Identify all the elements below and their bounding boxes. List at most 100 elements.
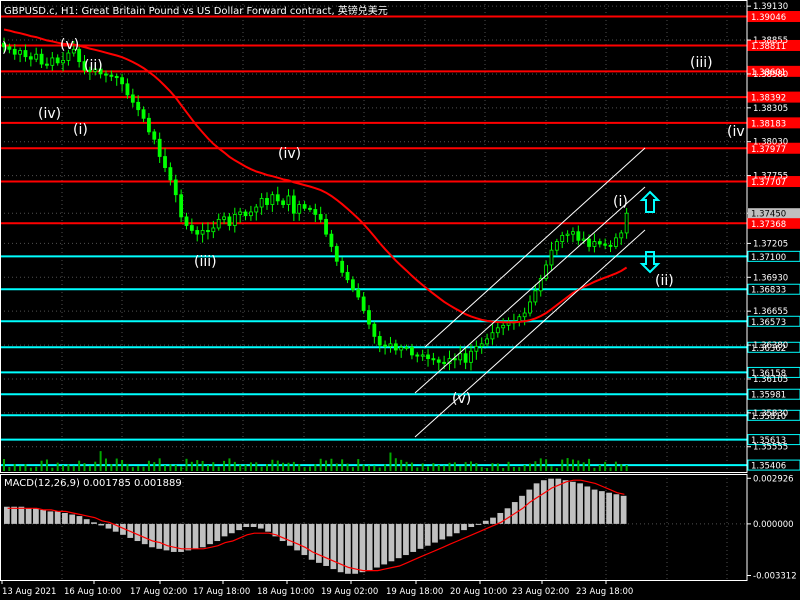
price-tick-label: 1.35555 — [753, 443, 788, 453]
candle-body — [281, 200, 286, 205]
macd-bar — [548, 478, 554, 524]
resistance-label: 1.37368 — [751, 220, 786, 230]
macd-bar — [18, 506, 25, 524]
candle-body — [227, 216, 232, 226]
macd-bar — [257, 523, 264, 529]
candle-body — [55, 57, 60, 64]
macd-bar — [613, 494, 620, 524]
macd-bar — [11, 506, 18, 524]
candle-body — [388, 343, 393, 347]
wave-label: (iii) — [690, 55, 713, 71]
candle-body — [222, 216, 226, 220]
macd-bar — [432, 523, 438, 543]
macd-bar — [214, 523, 221, 542]
macd-bar — [504, 508, 511, 524]
support-label: 1.37100 — [751, 253, 786, 263]
macd-tick-label: 0.002926 — [753, 474, 794, 484]
price-tick-label: 1.36655 — [753, 307, 788, 317]
candle-body — [195, 230, 200, 235]
candle-body — [528, 301, 532, 314]
candle-body — [404, 347, 409, 349]
arrow-down-icon — [639, 251, 661, 274]
macd-tick-label: -0.003312 — [753, 572, 797, 582]
macd-bar — [410, 523, 417, 552]
candle-body — [141, 109, 146, 119]
time-label: 17 Aug 02:00 — [130, 587, 187, 597]
candle-body — [597, 241, 602, 245]
candle-body — [61, 59, 65, 64]
candle-body — [619, 232, 624, 239]
candle-body — [367, 310, 371, 325]
macd-bar — [620, 495, 627, 524]
candle-body — [34, 53, 39, 60]
signal-arrows — [639, 190, 661, 274]
candle-body — [340, 260, 345, 273]
elliott-wave-labels: ) (v) (ii) (iv) (i) (iii) (iv) (v) (i) (ii) (iii) (… — [2, 37, 745, 407]
candle-body — [216, 218, 221, 229]
candle-body — [249, 211, 253, 217]
candle-body — [361, 296, 366, 311]
time-label: 18 Aug 10:00 — [257, 587, 314, 597]
candle-body — [490, 332, 495, 340]
price-tick-label: 1.35830 — [753, 409, 788, 419]
candle-body — [415, 354, 420, 357]
wave-label: (i) — [613, 194, 628, 210]
volume-bars — [3, 451, 628, 471]
macd-bar — [323, 523, 330, 566]
candle-body — [313, 209, 318, 215]
channel-line — [414, 229, 646, 438]
wave-label: (ii) — [84, 58, 103, 74]
macd-bar — [250, 523, 257, 527]
macd-bar — [439, 523, 446, 540]
macd-panel — [0, 478, 747, 574]
support-label: 1.35981 — [751, 391, 786, 401]
price-tick-label: 1.38305 — [753, 104, 788, 114]
candle-body — [109, 74, 114, 77]
candle-body — [587, 238, 591, 247]
macd-bar — [199, 523, 206, 548]
price-tick-label: 1.37755 — [753, 172, 788, 182]
candle-body — [243, 211, 248, 217]
wave-label: (iv — [727, 124, 745, 140]
current-price-label: 1.37450 — [751, 210, 786, 220]
macd-bar — [584, 486, 591, 524]
candle-body — [163, 156, 167, 169]
wave-label: (v) — [452, 391, 471, 407]
candle-body — [479, 343, 484, 347]
macd-bar — [69, 514, 76, 524]
candle-body — [39, 53, 44, 65]
macd-bar — [149, 523, 155, 548]
candle-body — [23, 50, 28, 58]
channel-line — [424, 147, 646, 348]
candle-body — [254, 206, 259, 213]
candle-body — [173, 179, 178, 196]
macd-bar — [4, 506, 10, 524]
candle-body — [189, 225, 194, 231]
price-chart[interactable]: 1.390461.388111.386011.383921.381831.379… — [0, 0, 800, 600]
candle-body — [495, 327, 500, 334]
candle-body — [334, 246, 339, 262]
candle-body — [549, 249, 554, 266]
candle-body — [608, 244, 613, 247]
macd-bar — [105, 523, 112, 529]
macd-bar — [395, 523, 402, 559]
macd-bar — [243, 523, 250, 527]
candle-body — [431, 358, 436, 361]
macd-bar — [236, 523, 242, 531]
candle-body — [114, 76, 119, 79]
macd-bar — [424, 523, 431, 546]
macd-bar — [286, 523, 293, 546]
candle-body — [592, 241, 597, 247]
price-tick-label: 1.38030 — [753, 138, 788, 148]
candle-body — [7, 46, 12, 50]
candle-body — [18, 50, 23, 55]
price-tick-label: 1.36105 — [753, 375, 788, 385]
candle-body — [12, 48, 17, 55]
wave-label: (i) — [73, 122, 88, 138]
candle-body — [506, 322, 511, 326]
candle-body — [383, 344, 387, 347]
resistance-label: 1.39046 — [751, 13, 786, 23]
time-label: 19 Aug 02:00 — [321, 587, 378, 597]
time-label: 16 Aug 10:00 — [64, 587, 121, 597]
macd-bar — [156, 523, 163, 549]
